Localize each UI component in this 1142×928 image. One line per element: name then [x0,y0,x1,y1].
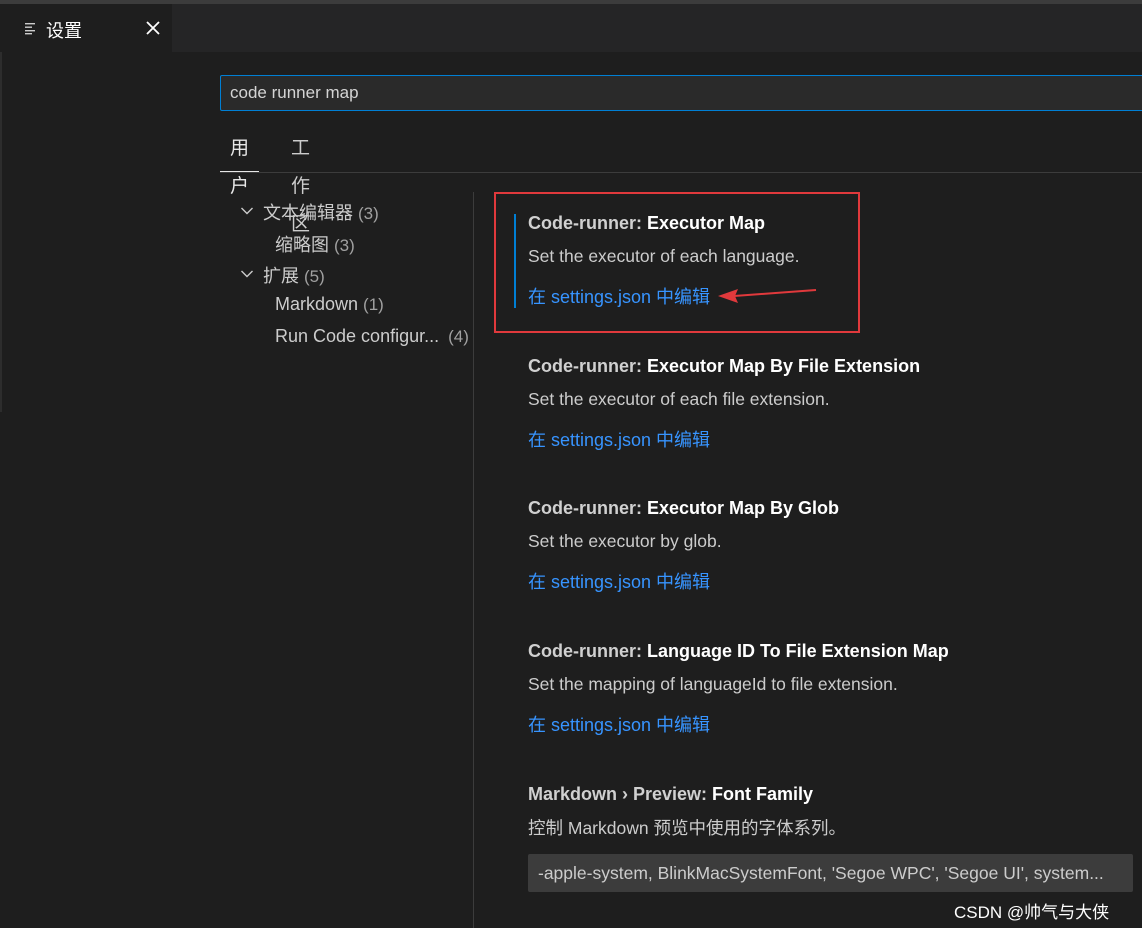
search-input[interactable]: code runner map [220,75,1142,111]
annotation-arrow-icon [718,289,817,303]
watermark: CSDN @帅气与大侠 [954,903,1110,922]
chevron-down-icon [241,270,253,278]
setting-description: Set the executor of each file extension. [528,389,830,409]
setting-description: Set the executor by glob. [528,531,722,551]
toc-count: (3) [334,236,355,255]
annotation-highlight-box [494,192,860,333]
edit-in-settings-json-link[interactable]: 在 settings.json 中编辑 [528,426,710,452]
toc-label: Markdown [275,294,359,314]
toc-label: 文本编辑器 [263,203,353,223]
toc-label: 扩展 [263,266,299,286]
setting-title: Markdown › Preview: Font Family [528,784,814,804]
editor-tab-bar: 设置 [0,4,1142,52]
setting-description: 控制 Markdown 预览中使用的字体系列。 [528,818,846,838]
chevron-down-icon [241,207,253,215]
toc-count: (3) [358,204,379,223]
close-icon[interactable] [140,14,166,42]
settings-list-icon [25,23,35,35]
toc-item-run-code[interactable]: Run Code configur... (4) [275,326,469,347]
toc-count: (1) [363,295,384,314]
activity-edge [0,52,2,412]
setting-executor-map-by-file-extension: Code-runner: Executor Map By File Extens… [528,356,1138,452]
toc-item-extensions[interactable]: 扩展 (5) [240,262,325,288]
setting-description: Set the mapping of languageId to file ex… [528,674,898,694]
toc-item-minimap[interactable]: 缩略图 (3) [275,231,355,257]
toc-label: 缩略图 [275,235,329,255]
tabs-divider [220,172,1142,173]
edit-in-settings-json-link[interactable]: 在 settings.json 中编辑 [528,711,710,737]
toc-divider [473,192,474,928]
toc-count: (5) [304,267,325,286]
font-family-value: -apple-system, BlinkMacSystemFont, 'Sego… [538,863,1104,883]
toc-item-text-editor[interactable]: 文本编辑器 (3) [240,199,379,225]
tab-workspace[interactable]: 工作区 [291,130,310,235]
setting-language-id-to-file-extension-map: Code-runner: Language ID To File Extensi… [528,641,1138,737]
toc-label: Run Code configur... [275,326,440,346]
toc-count: (4) [448,327,469,346]
toc-item-markdown[interactable]: Markdown (1) [275,294,384,315]
edit-in-settings-json-link[interactable]: 在 settings.json 中编辑 [528,568,710,594]
setting-title: Code-runner: Executor Map By File Extens… [528,356,921,376]
setting-executor-map-by-glob: Code-runner: Executor Map By Glob Set th… [528,498,1138,594]
search-input-value: code runner map [230,83,359,102]
tab-user[interactable]: 用户 [220,130,260,197]
setting-title: Code-runner: Executor Map By Glob [528,498,840,518]
tab-settings[interactable]: 设置 [0,4,172,52]
tab-title: 设置 [46,21,82,41]
setting-markdown-preview-font-family: Markdown › Preview: Font Family 控制 Markd… [528,784,1138,840]
font-family-input[interactable]: -apple-system, BlinkMacSystemFont, 'Sego… [528,854,1133,892]
setting-title: Code-runner: Language ID To File Extensi… [528,641,949,661]
